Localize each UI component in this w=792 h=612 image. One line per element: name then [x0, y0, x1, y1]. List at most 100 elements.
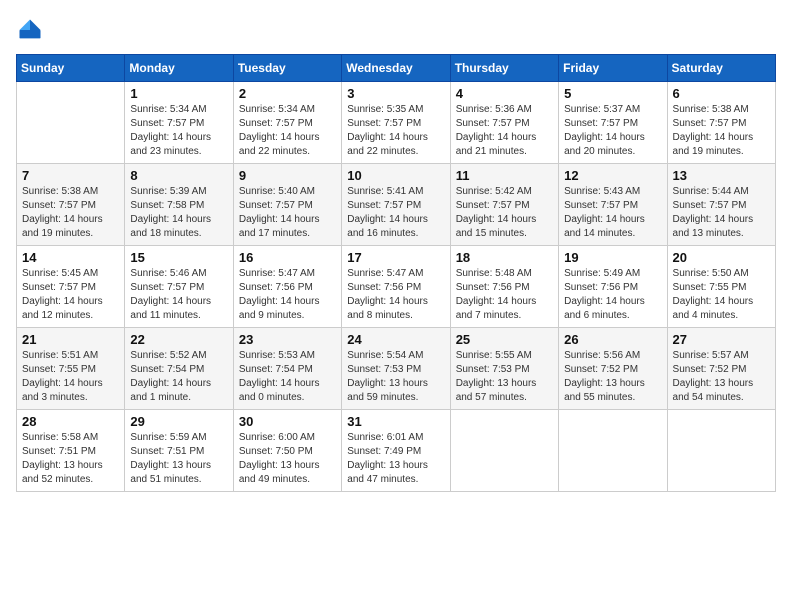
- day-info: Sunrise: 5:56 AMSunset: 7:52 PMDaylight:…: [564, 349, 661, 405]
- calendar-cell: 24 Sunrise: 5:54 AMSunset: 7:53 PMDayligh…: [342, 328, 450, 410]
- day-info: Sunrise: 5:52 AMSunset: 7:54 PMDaylight:…: [130, 349, 227, 405]
- day-number: 9: [239, 168, 336, 183]
- days-header-row: SundayMondayTuesdayWednesdayThursdayFrid…: [17, 55, 776, 82]
- calendar-cell: 6 Sunrise: 5:38 AMSunset: 7:57 PMDaylight…: [667, 82, 775, 164]
- day-number: 30: [239, 414, 336, 429]
- day-number: 20: [673, 250, 770, 265]
- calendar-cell: 14 Sunrise: 5:45 AMSunset: 7:57 PMDayligh…: [17, 246, 125, 328]
- calendar-cell: 8 Sunrise: 5:39 AMSunset: 7:58 PMDaylight…: [125, 164, 233, 246]
- day-number: 1: [130, 86, 227, 101]
- day-info: Sunrise: 5:53 AMSunset: 7:54 PMDaylight:…: [239, 349, 336, 405]
- calendar-cell: 20 Sunrise: 5:50 AMSunset: 7:55 PMDayligh…: [667, 246, 775, 328]
- day-number: 6: [673, 86, 770, 101]
- calendar-week-1: 1 Sunrise: 5:34 AMSunset: 7:57 PMDaylight…: [17, 82, 776, 164]
- day-info: Sunrise: 5:54 AMSunset: 7:53 PMDaylight:…: [347, 349, 444, 405]
- day-number: 18: [456, 250, 553, 265]
- calendar-cell: 1 Sunrise: 5:34 AMSunset: 7:57 PMDaylight…: [125, 82, 233, 164]
- day-info: Sunrise: 5:38 AMSunset: 7:57 PMDaylight:…: [22, 185, 119, 241]
- calendar-cell: [559, 410, 667, 492]
- calendar-week-5: 28 Sunrise: 5:58 AMSunset: 7:51 PMDayligh…: [17, 410, 776, 492]
- calendar-cell: 15 Sunrise: 5:46 AMSunset: 7:57 PMDayligh…: [125, 246, 233, 328]
- day-number: 28: [22, 414, 119, 429]
- calendar-cell: 29 Sunrise: 5:59 AMSunset: 7:51 PMDayligh…: [125, 410, 233, 492]
- day-header-sunday: Sunday: [17, 55, 125, 82]
- day-info: Sunrise: 5:38 AMSunset: 7:57 PMDaylight:…: [673, 103, 770, 159]
- day-number: 29: [130, 414, 227, 429]
- calendar-cell: [17, 82, 125, 164]
- calendar-cell: 11Sunrise: 5:42 AMSunset: 7:57 PMDayligh…: [450, 164, 558, 246]
- calendar-cell: [450, 410, 558, 492]
- day-info: Sunrise: 5:57 AMSunset: 7:52 PMDaylight:…: [673, 349, 770, 405]
- day-info: Sunrise: 5:34 AMSunset: 7:57 PMDaylight:…: [130, 103, 227, 159]
- calendar-cell: 18 Sunrise: 5:48 AMSunset: 7:56 PMDayligh…: [450, 246, 558, 328]
- calendar-cell: 16Sunrise: 5:47 AMSunset: 7:56 PMDayligh…: [233, 246, 341, 328]
- day-number: 25: [456, 332, 553, 347]
- day-header-tuesday: Tuesday: [233, 55, 341, 82]
- day-header-saturday: Saturday: [667, 55, 775, 82]
- day-info: Sunrise: 5:58 AMSunset: 7:51 PMDaylight:…: [22, 431, 119, 487]
- day-header-friday: Friday: [559, 55, 667, 82]
- day-info: Sunrise: 5:43 AMSunset: 7:57 PMDaylight:…: [564, 185, 661, 241]
- day-number: 4: [456, 86, 553, 101]
- day-number: 24: [347, 332, 444, 347]
- day-number: 7: [22, 168, 119, 183]
- calendar-cell: 9 Sunrise: 5:40 AMSunset: 7:57 PMDaylight…: [233, 164, 341, 246]
- day-number: 14: [22, 250, 119, 265]
- day-header-thursday: Thursday: [450, 55, 558, 82]
- calendar-cell: 10Sunrise: 5:41 AMSunset: 7:57 PMDayligh…: [342, 164, 450, 246]
- day-info: Sunrise: 6:00 AMSunset: 7:50 PMDaylight:…: [239, 431, 336, 487]
- day-info: Sunrise: 5:49 AMSunset: 7:56 PMDaylight:…: [564, 267, 661, 323]
- day-info: Sunrise: 5:41 AMSunset: 7:57 PMDaylight:…: [347, 185, 444, 241]
- calendar-cell: 12 Sunrise: 5:43 AMSunset: 7:57 PMDayligh…: [559, 164, 667, 246]
- calendar-cell: 4Sunrise: 5:36 AMSunset: 7:57 PMDaylight…: [450, 82, 558, 164]
- calendar-cell: 23 Sunrise: 5:53 AMSunset: 7:54 PMDayligh…: [233, 328, 341, 410]
- day-info: Sunrise: 5:48 AMSunset: 7:56 PMDaylight:…: [456, 267, 553, 323]
- day-info: Sunrise: 6:01 AMSunset: 7:49 PMDaylight:…: [347, 431, 444, 487]
- calendar-cell: 7 Sunrise: 5:38 AMSunset: 7:57 PMDaylight…: [17, 164, 125, 246]
- calendar-cell: 5 Sunrise: 5:37 AMSunset: 7:57 PMDaylight…: [559, 82, 667, 164]
- day-info: Sunrise: 5:40 AMSunset: 7:57 PMDaylight:…: [239, 185, 336, 241]
- calendar-cell: 2Sunrise: 5:34 AMSunset: 7:57 PMDaylight…: [233, 82, 341, 164]
- calendar-week-3: 14 Sunrise: 5:45 AMSunset: 7:57 PMDayligh…: [17, 246, 776, 328]
- calendar-cell: 25Sunrise: 5:55 AMSunset: 7:53 PMDayligh…: [450, 328, 558, 410]
- calendar-cell: 13Sunrise: 5:44 AMSunset: 7:57 PMDayligh…: [667, 164, 775, 246]
- calendar-week-4: 21Sunrise: 5:51 AMSunset: 7:55 PMDayligh…: [17, 328, 776, 410]
- calendar-cell: 3 Sunrise: 5:35 AMSunset: 7:57 PMDaylight…: [342, 82, 450, 164]
- day-number: 8: [130, 168, 227, 183]
- day-header-monday: Monday: [125, 55, 233, 82]
- calendar-cell: 30 Sunrise: 6:00 AMSunset: 7:50 PMDayligh…: [233, 410, 341, 492]
- calendar-cell: 27 Sunrise: 5:57 AMSunset: 7:52 PMDayligh…: [667, 328, 775, 410]
- day-info: Sunrise: 5:46 AMSunset: 7:57 PMDaylight:…: [130, 267, 227, 323]
- day-number: 15: [130, 250, 227, 265]
- header: [16, 16, 776, 44]
- day-info: Sunrise: 5:39 AMSunset: 7:58 PMDaylight:…: [130, 185, 227, 241]
- calendar-week-2: 7 Sunrise: 5:38 AMSunset: 7:57 PMDaylight…: [17, 164, 776, 246]
- day-number: 17: [347, 250, 444, 265]
- day-number: 12: [564, 168, 661, 183]
- day-number: 27: [673, 332, 770, 347]
- day-info: Sunrise: 5:50 AMSunset: 7:55 PMDaylight:…: [673, 267, 770, 323]
- day-number: 19: [564, 250, 661, 265]
- calendar-table: SundayMondayTuesdayWednesdayThursdayFrid…: [16, 54, 776, 492]
- day-info: Sunrise: 5:37 AMSunset: 7:57 PMDaylight:…: [564, 103, 661, 159]
- day-number: 26: [564, 332, 661, 347]
- calendar-cell: 26 Sunrise: 5:56 AMSunset: 7:52 PMDayligh…: [559, 328, 667, 410]
- calendar-cell: 21Sunrise: 5:51 AMSunset: 7:55 PMDayligh…: [17, 328, 125, 410]
- logo-icon: [16, 16, 44, 44]
- day-number: 16: [239, 250, 336, 265]
- calendar-cell: 17Sunrise: 5:47 AMSunset: 7:56 PMDayligh…: [342, 246, 450, 328]
- day-number: 23: [239, 332, 336, 347]
- calendar-cell: 28 Sunrise: 5:58 AMSunset: 7:51 PMDayligh…: [17, 410, 125, 492]
- day-number: 3: [347, 86, 444, 101]
- day-number: 21: [22, 332, 119, 347]
- day-number: 2: [239, 86, 336, 101]
- logo: [16, 16, 48, 44]
- calendar-cell: 22Sunrise: 5:52 AMSunset: 7:54 PMDayligh…: [125, 328, 233, 410]
- day-number: 13: [673, 168, 770, 183]
- day-info: Sunrise: 5:35 AMSunset: 7:57 PMDaylight:…: [347, 103, 444, 159]
- day-info: Sunrise: 5:59 AMSunset: 7:51 PMDaylight:…: [130, 431, 227, 487]
- day-info: Sunrise: 5:45 AMSunset: 7:57 PMDaylight:…: [22, 267, 119, 323]
- calendar-cell: [667, 410, 775, 492]
- day-number: 5: [564, 86, 661, 101]
- day-number: 31: [347, 414, 444, 429]
